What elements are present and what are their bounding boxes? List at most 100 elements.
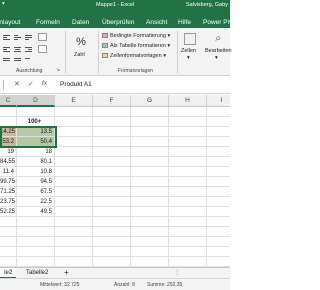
cell[interactable]: 11.4 [0, 167, 17, 177]
cell[interactable] [55, 227, 93, 237]
cell[interactable] [207, 147, 230, 157]
cell[interactable] [55, 187, 93, 197]
cell[interactable] [169, 167, 207, 177]
cell[interactable] [93, 147, 131, 157]
tab-power-pivot[interactable]: Power Pivot [203, 19, 238, 26]
cell[interactable] [169, 127, 207, 137]
cell-styles-button[interactable]: Zellenformatvorlagen ▾ [102, 53, 166, 59]
column-header-e[interactable]: E [55, 95, 93, 107]
cancel-icon[interactable]: ✕ [14, 80, 20, 88]
cell[interactable] [131, 167, 169, 177]
zahl-button[interactable]: Zahl [74, 52, 85, 58]
cell[interactable] [55, 247, 93, 257]
percent-icon[interactable]: % [70, 32, 92, 52]
cell[interactable]: 13.5 [17, 127, 55, 137]
worksheet-grid[interactable]: C D E F G H I 100+ 14.25 13.5 53.2 50.4 [0, 95, 230, 267]
cell[interactable] [131, 117, 169, 127]
cell[interactable] [93, 217, 131, 227]
cell[interactable] [169, 147, 207, 157]
cell[interactable] [207, 227, 230, 237]
quick-access-icon[interactable]: ▾ [2, 1, 5, 7]
cell[interactable] [207, 237, 230, 247]
search-icon[interactable]: ⌕ [212, 32, 224, 45]
cell[interactable] [207, 137, 230, 147]
cell[interactable] [93, 197, 131, 207]
cell[interactable]: 67.5 [17, 187, 55, 197]
cell[interactable]: 100+ [17, 117, 55, 127]
cell[interactable] [207, 177, 230, 187]
cell[interactable] [17, 257, 55, 267]
column-header-i[interactable]: I [207, 95, 230, 107]
cell[interactable] [17, 227, 55, 237]
align-left-icon[interactable] [3, 46, 10, 53]
cell[interactable] [93, 117, 131, 127]
column-header-h[interactable]: H [169, 95, 207, 107]
cell[interactable] [93, 137, 131, 147]
column-header-f[interactable]: F [93, 95, 131, 107]
cell[interactable] [55, 237, 93, 247]
bearbeiten-dropdown-icon[interactable]: ▾ [215, 55, 218, 61]
cells-icon[interactable] [184, 33, 196, 45]
cell[interactable] [55, 157, 93, 167]
cell[interactable] [55, 177, 93, 187]
align-right-icon[interactable] [25, 46, 32, 53]
cell[interactable] [17, 247, 55, 257]
conditional-formatting-button[interactable]: Bedingte Formatierung ▾ [102, 33, 170, 39]
column-header-g[interactable]: G [131, 95, 169, 107]
cell[interactable] [169, 137, 207, 147]
cell[interactable] [0, 107, 17, 117]
cell[interactable]: 52.25 [0, 207, 17, 217]
cell[interactable] [207, 217, 230, 227]
bearbeiten-button[interactable]: Bearbeiten [205, 48, 232, 54]
cell[interactable] [55, 147, 93, 157]
cell[interactable] [17, 217, 55, 227]
cell[interactable]: 23.75 [0, 197, 17, 207]
cell[interactable] [55, 137, 93, 147]
cell[interactable] [169, 107, 207, 117]
orientation-icon[interactable] [25, 57, 32, 64]
cell[interactable]: 99.75 [0, 177, 17, 187]
cell[interactable] [131, 207, 169, 217]
cell[interactable] [93, 227, 131, 237]
cell[interactable] [0, 257, 17, 267]
column-header-c[interactable]: C [0, 95, 17, 107]
tab-hilfe[interactable]: Hilfe [178, 19, 191, 26]
cell[interactable] [131, 107, 169, 117]
cell[interactable] [169, 177, 207, 187]
cell[interactable] [0, 237, 17, 247]
cell[interactable]: 94.5 [17, 177, 55, 187]
cell[interactable] [131, 157, 169, 167]
cell[interactable] [169, 207, 207, 217]
cell[interactable] [207, 197, 230, 207]
tab-seitenlayout[interactable]: tenlayout [0, 19, 20, 26]
cell[interactable]: 18 [17, 147, 55, 157]
cell[interactable]: 14.25 [0, 127, 17, 137]
cell[interactable]: 84.55 [0, 157, 17, 167]
cell[interactable] [0, 227, 17, 237]
merge-center-icon[interactable] [38, 45, 47, 53]
ausrichtung-launcher-icon[interactable]: ↘ [56, 67, 60, 73]
cell[interactable] [55, 127, 93, 137]
cell[interactable] [169, 217, 207, 227]
cell[interactable] [55, 207, 93, 217]
enter-icon[interactable]: ✓ [28, 80, 34, 88]
cell[interactable] [93, 237, 131, 247]
cell[interactable] [55, 167, 93, 177]
tab-ansicht[interactable]: Ansicht [146, 19, 167, 26]
cell[interactable] [131, 197, 169, 207]
user-name[interactable]: Salvisberg, Gaby [186, 2, 228, 8]
cell[interactable] [131, 227, 169, 237]
cell[interactable] [169, 157, 207, 167]
cell[interactable] [55, 217, 93, 227]
cell[interactable] [131, 247, 169, 257]
cell[interactable] [0, 117, 17, 127]
cell[interactable]: 53.2 [0, 137, 17, 147]
cell[interactable] [93, 157, 131, 167]
cell[interactable] [0, 217, 17, 227]
cell[interactable] [169, 247, 207, 257]
cell[interactable] [207, 127, 230, 137]
cell[interactable]: 10.8 [17, 167, 55, 177]
cell[interactable] [0, 247, 17, 257]
align-bottom-icon[interactable] [25, 34, 32, 41]
zellen-button[interactable]: Zellen [181, 48, 196, 54]
